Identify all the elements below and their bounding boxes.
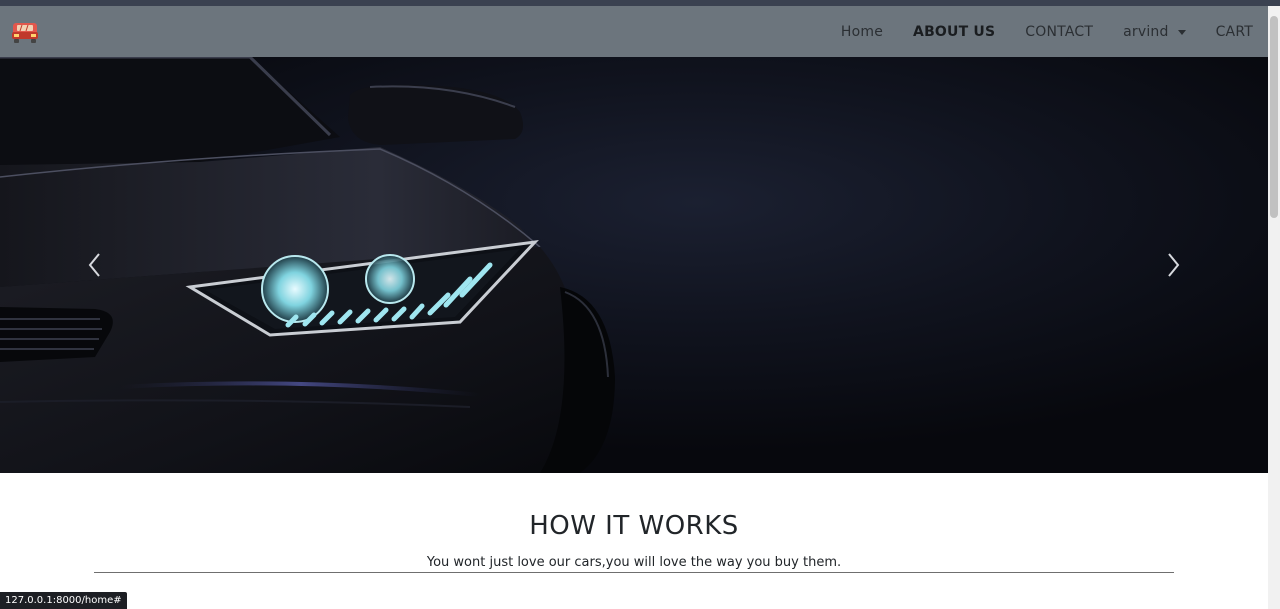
nav-cart[interactable]: CART [1201,6,1268,57]
section-divider [94,572,1174,573]
nav-user-dropdown[interactable]: arvind [1108,6,1200,57]
nav-contact[interactable]: CONTACT [1010,6,1108,57]
carousel-next-button[interactable] [1153,243,1193,287]
status-url: 127.0.0.1:8000/home# [0,592,127,609]
navbar: Home ABOUT US CONTACT arvind CART [0,6,1268,57]
page-scrollbar[interactable] [1268,6,1280,609]
nav-links: Home ABOUT US CONTACT arvind CART [826,6,1268,57]
section-title: HOW IT WORKS [529,511,739,541]
section-subtitle: You wont just love our cars,you will lov… [426,555,842,570]
hero-car-image [0,57,1268,473]
hero-carousel [0,57,1268,473]
brand-logo[interactable] [10,19,40,45]
nav-about-us[interactable]: ABOUT US [898,6,1010,57]
caret-down-icon [1177,29,1186,35]
scrollbar-thumb[interactable] [1270,16,1278,218]
carousel-prev-button[interactable] [75,243,115,287]
user-name: arvind [1123,23,1169,40]
car-icon [12,23,38,43]
chevron-right-icon [1168,253,1180,277]
nav-home[interactable]: Home [826,6,898,57]
chevron-left-icon [88,253,100,277]
page: Home ABOUT US CONTACT arvind CART HOW IT… [0,6,1268,609]
